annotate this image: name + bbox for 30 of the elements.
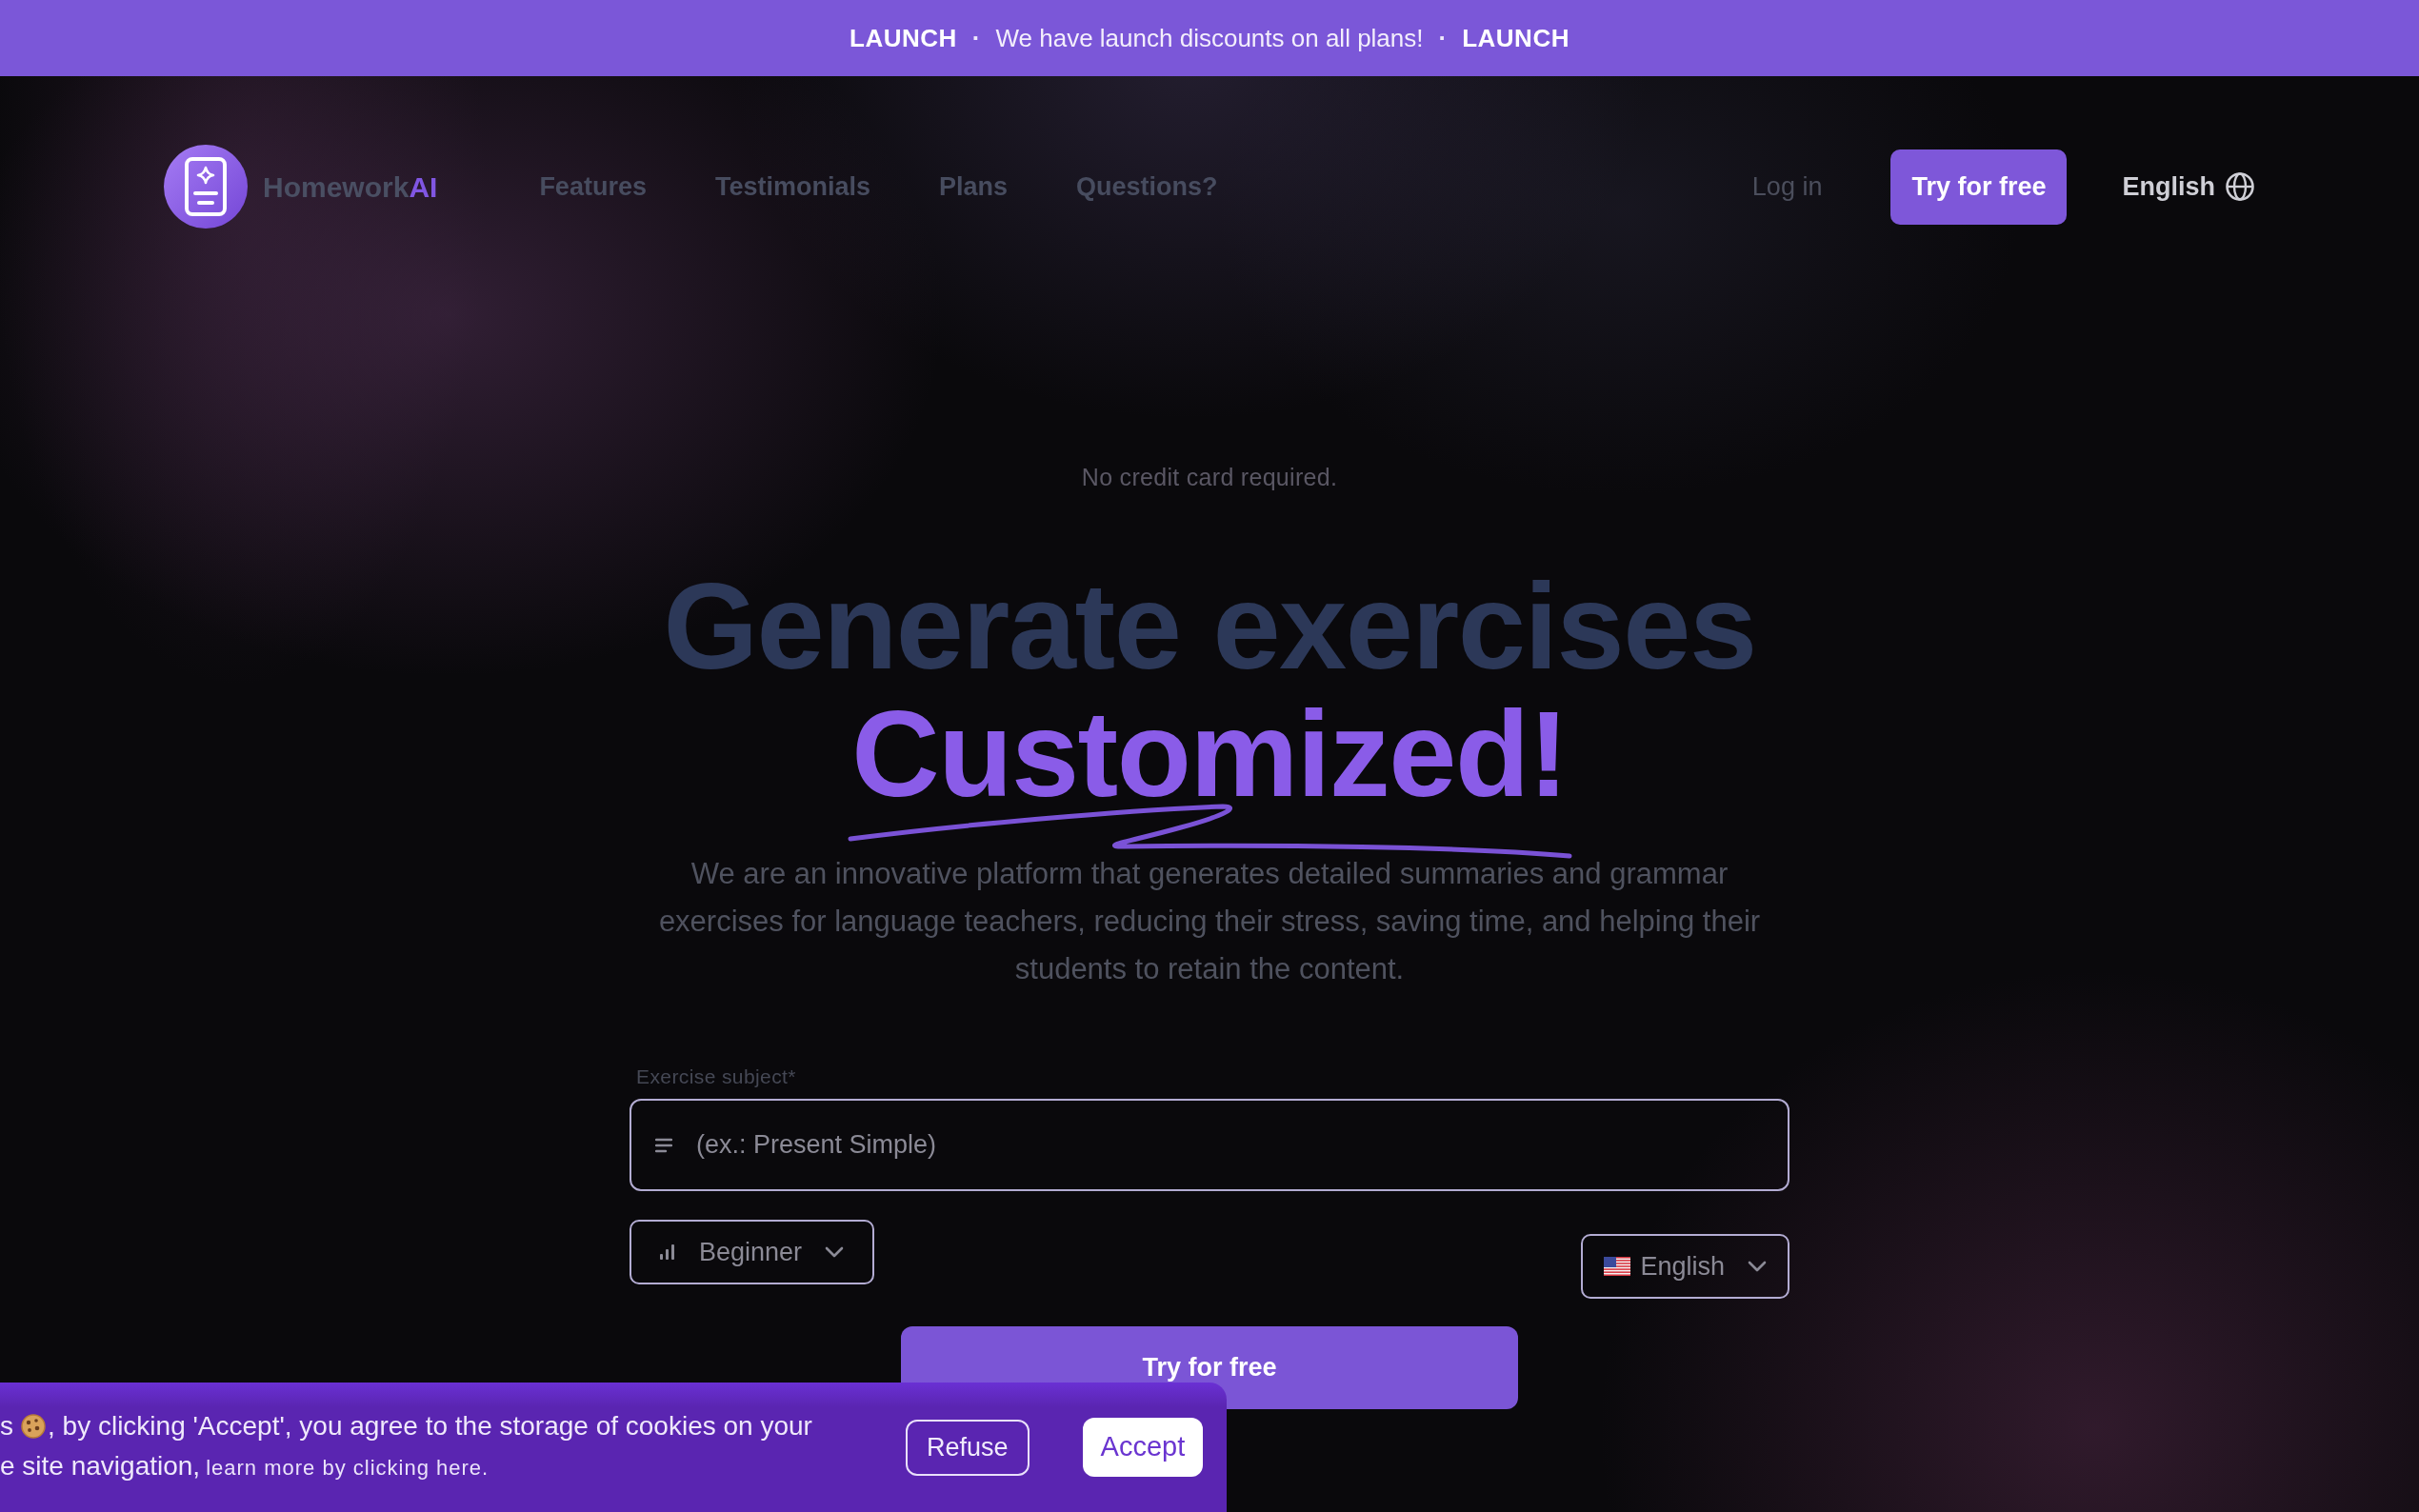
cookie-notice-text: e site navigation,: [0, 1450, 201, 1482]
learn-more-link[interactable]: learn more by clicking here.: [206, 1448, 490, 1488]
hero-description: We are an innovative platform that generates detailed summaries and grammar exercises for language teachers, reducing their stress, saving time, and helping their students to retain the content.: [657, 856, 1762, 987]
us-flag-icon: [1604, 1257, 1631, 1276]
cookie-notice-text: s: [0, 1410, 13, 1442]
language-button[interactable]: English: [2122, 167, 2255, 207]
language-select[interactable]: English: [1581, 1234, 1789, 1299]
field-label: Exercise subject*: [636, 1064, 797, 1089]
try-free-button[interactable]: Try for free: [1890, 149, 2068, 225]
logo-icon: [164, 145, 248, 229]
chevron-down-icon: [825, 1246, 845, 1258]
hero-title: Generate exercises: [662, 563, 1757, 690]
globe-icon: [2225, 171, 2255, 202]
bar-chart-icon: [660, 1244, 674, 1260]
text-separator: ·: [971, 22, 981, 54]
text-lines-icon: [655, 1138, 672, 1153]
announcement-tag: LAUNCH: [1462, 19, 1569, 57]
cookie-icon: [21, 1414, 46, 1439]
hero-title-highlight: Customized!: [851, 708, 1568, 800]
chevron-down-icon: [1748, 1261, 1767, 1272]
text-separator: ·: [1438, 22, 1448, 54]
announcement-text: We have launch discounts on all plans!: [995, 22, 1424, 54]
accept-button[interactable]: Accept: [1082, 1418, 1204, 1477]
announcement-tag: LAUNCH: [850, 19, 957, 57]
cookie-notice-text: , by clicking 'Accept', you agree to the storage of cookies on your: [48, 1410, 812, 1442]
brand-link[interactable]: HomeworkAI: [164, 145, 438, 229]
level-select[interactable]: Beginner: [630, 1220, 875, 1284]
refuse-button[interactable]: Refuse: [906, 1419, 1030, 1476]
hero-note: No credit card required.: [1080, 463, 1339, 491]
subject-input[interactable]: (ex.: Present Simple): [630, 1099, 1789, 1191]
